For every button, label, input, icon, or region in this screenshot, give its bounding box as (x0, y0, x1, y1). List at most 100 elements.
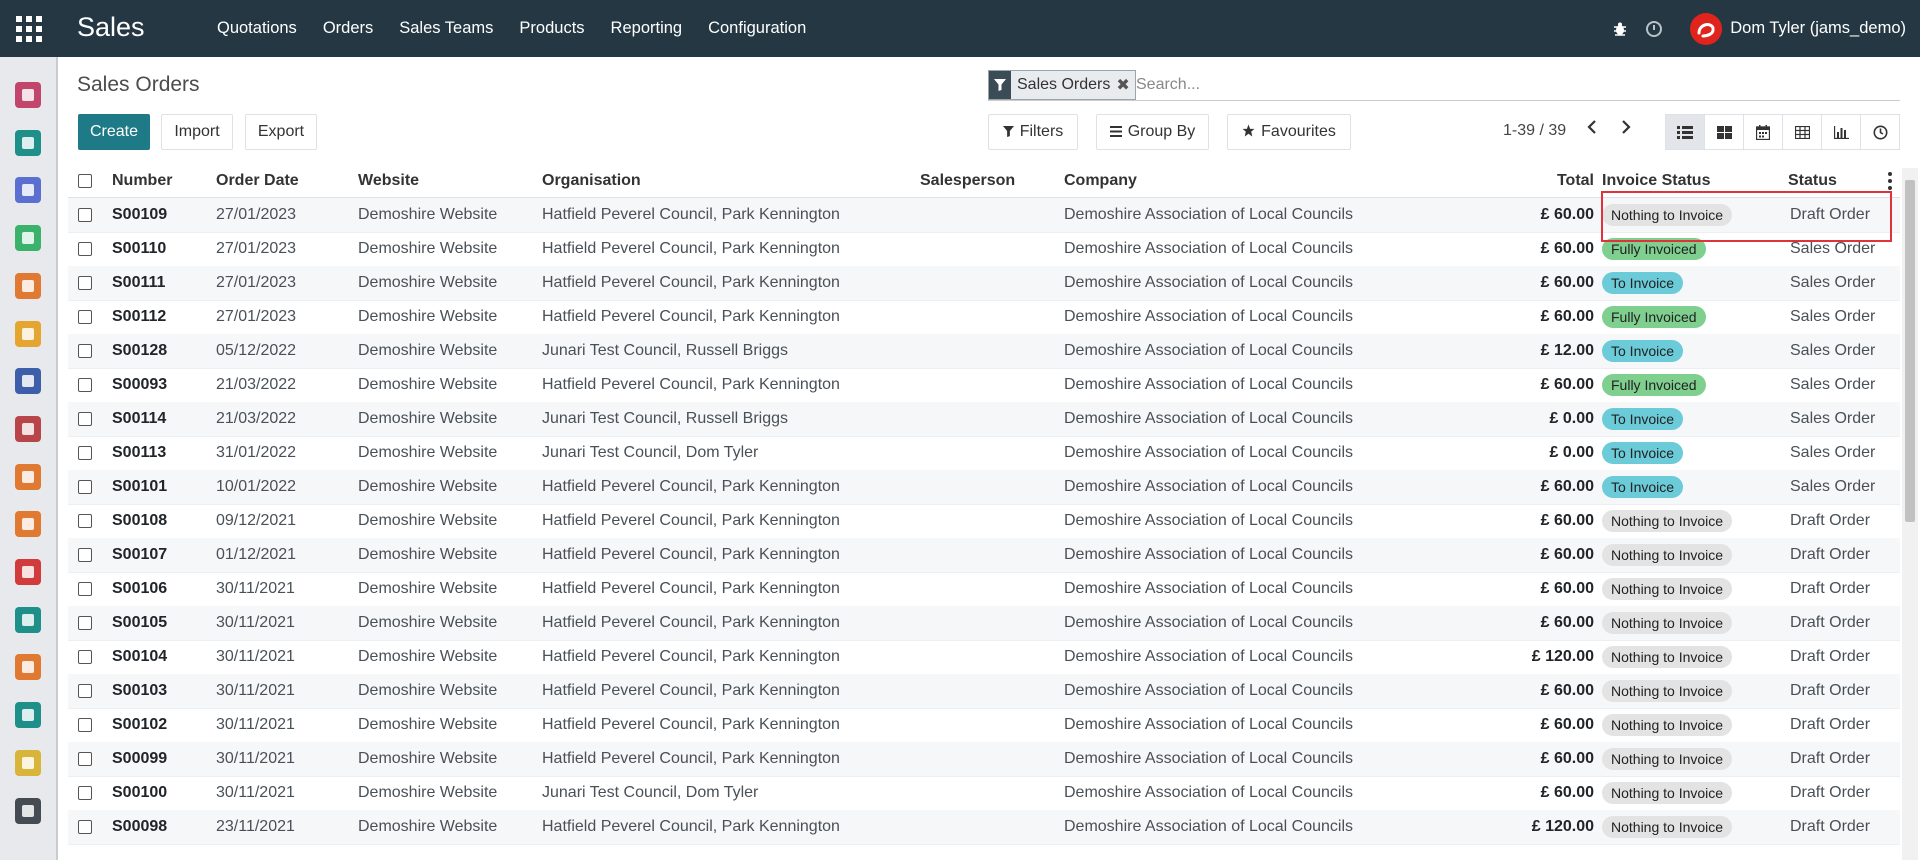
optional-columns-toggle-icon[interactable] (1888, 172, 1892, 190)
table-row[interactable]: S00111 27/01/2023 Demoshire Website Hatfiel… (68, 266, 1900, 301)
scrollbar-thumb[interactable] (1905, 180, 1915, 522)
list-view-icon[interactable] (1666, 115, 1705, 149)
row-checkbox[interactable] (78, 718, 92, 732)
team-icon[interactable] (15, 177, 41, 204)
documents-icon[interactable] (15, 749, 41, 776)
table-row[interactable]: S00103 30/11/2021 Demoshire Website Hatfiel… (68, 674, 1900, 709)
app-menu-grid-icon[interactable] (16, 16, 42, 42)
row-checkbox[interactable] (78, 208, 92, 222)
table-row[interactable]: S00107 01/12/2021 Demoshire Website Hatfiel… (68, 538, 1900, 573)
surveys-icon[interactable] (15, 654, 41, 681)
table-row[interactable]: S00101 10/01/2022 Demoshire Website Hatfiel… (68, 470, 1900, 505)
cell-company: Demoshire Association of Local Councils (1064, 274, 1354, 291)
invoicing-icon[interactable] (15, 511, 41, 538)
pager-previous-icon[interactable] (1586, 118, 1598, 141)
group-by-button[interactable]: Group By (1096, 114, 1209, 150)
header-total[interactable]: Total (1488, 165, 1594, 197)
table-row[interactable]: S00105 30/11/2021 Demoshire Website Hatfiel… (68, 606, 1900, 641)
import-button[interactable]: Import (161, 114, 233, 150)
marketing-icon[interactable] (15, 559, 41, 585)
table-row[interactable]: S00100 30/11/2021 Demoshire Website Junari … (68, 776, 1900, 811)
table-row[interactable]: S00108 09/12/2021 Demoshire Website Hatfiel… (68, 504, 1900, 539)
menu-reporting[interactable]: Reporting (598, 19, 696, 38)
cell-status: Draft Order (1790, 512, 1871, 529)
filters-button[interactable]: Filters (988, 114, 1078, 150)
members-icon[interactable] (15, 225, 41, 252)
header-status[interactable]: Status (1788, 165, 1837, 197)
user-name[interactable]: Dom Tyler (jams_demo) (1730, 19, 1906, 38)
favourites-button[interactable]: Favourites (1227, 114, 1351, 150)
row-checkbox[interactable] (78, 820, 92, 834)
table-row[interactable]: S00110 27/01/2023 Demoshire Website Hatfiel… (68, 232, 1900, 267)
crm-icon[interactable] (15, 320, 41, 347)
table-row[interactable]: S00102 30/11/2021 Demoshire Website Hatfiel… (68, 708, 1900, 743)
settings-icon[interactable] (15, 797, 41, 824)
row-checkbox[interactable] (78, 310, 92, 324)
user-avatar[interactable] (1690, 12, 1723, 45)
row-checkbox[interactable] (78, 242, 92, 256)
row-checkbox[interactable] (78, 616, 92, 630)
row-checkbox[interactable] (78, 412, 92, 426)
pricing-icon[interactable] (15, 606, 41, 633)
employees-icon[interactable] (15, 702, 41, 729)
table-row[interactable]: S00128 05/12/2022 Demoshire Website Junari … (68, 334, 1900, 369)
row-checkbox[interactable] (78, 446, 92, 460)
pivot-view-icon[interactable] (1783, 115, 1822, 149)
row-checkbox[interactable] (78, 276, 92, 290)
header-company[interactable]: Company (1064, 165, 1137, 197)
row-checkbox[interactable] (78, 514, 92, 528)
row-checkbox[interactable] (78, 548, 92, 562)
header-website[interactable]: Website (358, 165, 419, 197)
header-organisation[interactable]: Organisation (542, 165, 641, 197)
knowledge-icon[interactable] (15, 368, 41, 395)
menu-orders[interactable]: Orders (310, 19, 386, 38)
header-order-date[interactable]: Order Date (216, 165, 299, 197)
dashboard-icon[interactable] (15, 82, 41, 108)
menu-products[interactable]: Products (506, 19, 597, 38)
search-input[interactable] (1134, 72, 1878, 98)
activity-clock-icon[interactable] (1646, 20, 1663, 37)
table-row[interactable]: S00112 27/01/2023 Demoshire Website Hatfiel… (68, 300, 1900, 335)
select-all-checkbox[interactable] (78, 174, 92, 188)
sales-icon[interactable] (15, 415, 41, 442)
menu-quotations[interactable]: Quotations (204, 19, 310, 38)
export-button[interactable]: Export (245, 114, 317, 150)
debug-bug-icon[interactable] (1612, 21, 1628, 37)
row-checkbox[interactable] (78, 378, 92, 392)
app-title[interactable]: Sales (77, 12, 145, 43)
graph-view-icon[interactable] (1822, 115, 1861, 149)
header-salesperson[interactable]: Salesperson (920, 165, 1015, 197)
cell-total: £ 120.00 (1531, 648, 1594, 665)
website-icon[interactable] (15, 272, 41, 299)
table-row[interactable]: S00104 30/11/2021 Demoshire Website Hatfiel… (68, 640, 1900, 675)
row-checkbox[interactable] (78, 684, 92, 698)
contacts-icon[interactable] (15, 129, 41, 156)
table-row[interactable]: S00106 30/11/2021 Demoshire Website Hatfiel… (68, 572, 1900, 607)
table-row[interactable]: S00114 21/03/2022 Demoshire Website Junari … (68, 402, 1900, 437)
row-checkbox[interactable] (78, 582, 92, 596)
pager-value[interactable]: 1-39 / 39 (1503, 122, 1566, 140)
row-checkbox[interactable] (78, 752, 92, 766)
pager-next-icon[interactable] (1620, 118, 1632, 141)
reporting-icon[interactable] (15, 463, 41, 490)
table-row[interactable]: S00109 27/01/2023 Demoshire Website Hatfiel… (68, 198, 1900, 233)
header-number[interactable]: Number (112, 165, 172, 197)
list-scrollbar[interactable] (1902, 168, 1918, 860)
menu-sales-teams[interactable]: Sales Teams (386, 19, 506, 38)
cell-organisation: Hatfield Peverel Council, Park Kenningto… (542, 512, 840, 529)
row-checkbox[interactable] (78, 786, 92, 800)
table-row[interactable]: S00099 30/11/2021 Demoshire Website Hatfiel… (68, 742, 1900, 777)
kanban-view-icon[interactable] (1705, 115, 1744, 149)
row-checkbox[interactable] (78, 344, 92, 358)
table-row[interactable]: S00113 31/01/2022 Demoshire Website Junari … (68, 436, 1900, 471)
create-button[interactable]: Create (78, 114, 150, 150)
calendar-view-icon[interactable] (1744, 115, 1783, 149)
activity-view-icon[interactable] (1861, 115, 1899, 149)
facet-remove-icon[interactable]: ✖ (1116, 75, 1134, 95)
row-checkbox[interactable] (78, 480, 92, 494)
header-invoice-status[interactable]: Invoice Status (1602, 165, 1710, 197)
table-row[interactable]: S00093 21/03/2022 Demoshire Website Hatfiel… (68, 368, 1900, 403)
row-checkbox[interactable] (78, 650, 92, 664)
menu-configuration[interactable]: Configuration (695, 19, 819, 38)
table-row[interactable]: S00098 23/11/2021 Demoshire Website Hatfiel… (68, 810, 1900, 845)
